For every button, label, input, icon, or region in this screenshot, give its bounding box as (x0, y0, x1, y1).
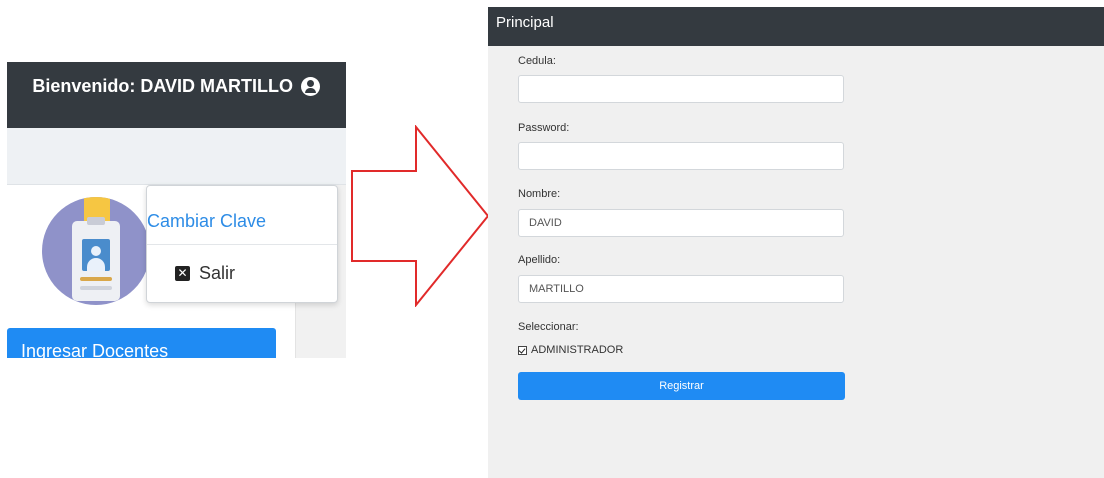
password-label: Password: (518, 122, 570, 134)
id-badge-icon (42, 197, 150, 305)
nombre-field[interactable] (518, 209, 844, 237)
ingresar-docentes-label: Ingresar Docentes (21, 341, 169, 358)
role-label: ADMINISTRADOR (531, 344, 624, 356)
right-screenshot: Principal Cedula: Password: Nombre: Apel… (488, 7, 1104, 478)
content-subbar (7, 128, 346, 185)
top-navbar: Bienvenido: DAVID MARTILLO (7, 62, 346, 128)
role-option-administrador[interactable]: ADMINISTRADOR (518, 344, 623, 356)
panel-title: Principal (496, 14, 554, 31)
close-square-icon: ✕ (175, 266, 190, 281)
cambiar-clave-label: Cambiar Clave (147, 211, 267, 231)
ingresar-docentes-button[interactable]: Ingresar Docentes (7, 328, 276, 358)
apellido-field[interactable] (518, 275, 844, 303)
role-checkbox[interactable] (518, 345, 527, 355)
apellido-label: Apellido: (518, 254, 561, 266)
right-arrow-outline-icon (351, 125, 490, 307)
user-circle-icon (301, 77, 320, 96)
cedula-label: Cedula: (518, 55, 556, 67)
cedula-field[interactable] (518, 75, 844, 103)
panel-header: Principal (488, 7, 1104, 46)
left-screenshot: Bienvenido: DAVID MARTILLO Ingresar Doce… (7, 62, 346, 358)
menu-item-salir[interactable]: ✕ Salir (147, 245, 337, 302)
welcome-text: Bienvenido: DAVID MARTILLO (32, 76, 293, 96)
registrar-button[interactable]: Registrar (518, 372, 845, 400)
user-dropdown-menu: Cambiar Clave ✕ Salir (146, 185, 338, 303)
password-field[interactable] (518, 142, 844, 170)
salir-label: Salir (199, 263, 236, 283)
menu-item-cambiar-clave[interactable]: Cambiar Clave (147, 186, 337, 245)
nombre-label: Nombre: (518, 188, 561, 200)
seleccionar-label: Seleccionar: (518, 321, 579, 333)
user-menu-toggle[interactable]: Bienvenido: DAVID MARTILLO (32, 76, 320, 97)
